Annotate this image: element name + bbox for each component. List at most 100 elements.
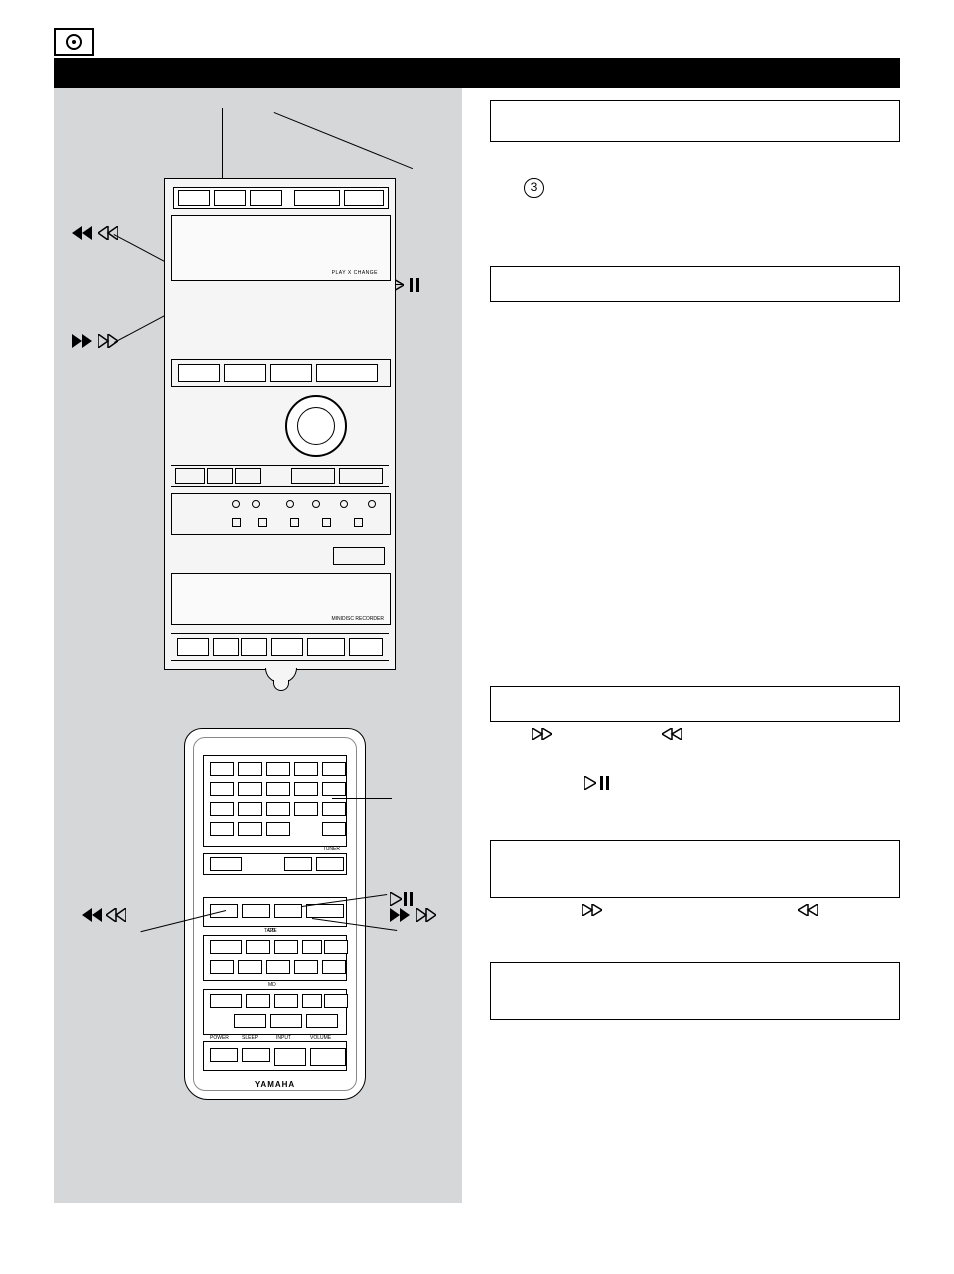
- remote-key-0[interactable]: [322, 782, 346, 796]
- md-transport-row: [171, 633, 389, 661]
- remote-volume[interactable]: [310, 1048, 346, 1066]
- remote-key-3[interactable]: [266, 762, 290, 776]
- remote-key-stop2[interactable]: [266, 822, 290, 836]
- remote-tape-k1[interactable]: [210, 960, 234, 974]
- cd-play-pause-button[interactable]: [316, 364, 378, 382]
- remote-tape-ffw[interactable]: [274, 940, 298, 954]
- heading-box-4: [490, 840, 900, 898]
- remote-key-5[interactable]: [322, 762, 346, 776]
- md-stop-button[interactable]: [271, 638, 303, 656]
- remote-key-plus10[interactable]: [266, 802, 290, 816]
- remote-key-7[interactable]: [238, 782, 262, 796]
- remote-brand: YAMAHA: [185, 1080, 365, 1089]
- remote-md-rec[interactable]: [210, 994, 242, 1008]
- device-illustration-panel: PLAY X CHANGE: [54, 88, 462, 1203]
- search-back-icon: [798, 904, 818, 916]
- search-forward-icon: [582, 904, 602, 916]
- timer-button[interactable]: [235, 468, 261, 484]
- cd-tray: PLAY X CHANGE: [171, 215, 391, 281]
- remote-cd-play-pause[interactable]: [306, 904, 344, 918]
- remote-key-random[interactable]: [210, 802, 234, 816]
- sleep-button[interactable]: [207, 468, 233, 484]
- volume-dial[interactable]: [285, 395, 347, 457]
- remote-key-misc[interactable]: [322, 802, 346, 816]
- remote-tape-stop[interactable]: [302, 940, 322, 954]
- disc-skip-button[interactable]: [294, 190, 340, 206]
- remote-md-rew[interactable]: [246, 994, 270, 1008]
- input-up-button[interactable]: [339, 468, 383, 484]
- cd-transport-row: [171, 359, 391, 387]
- cd-icon: [54, 28, 94, 56]
- tuner-row: [171, 493, 391, 535]
- heading-box-1: [490, 100, 900, 142]
- input-down-button[interactable]: [291, 468, 335, 484]
- remote-md-k1[interactable]: [234, 1014, 266, 1028]
- remote-cd-skip-fwd[interactable]: [242, 904, 270, 918]
- remote-md-k3[interactable]: [306, 1014, 338, 1028]
- remote-md-row: MD: [203, 989, 347, 1035]
- md-skip-back-button[interactable]: [213, 638, 239, 656]
- remote-key-discskip[interactable]: [294, 802, 318, 816]
- play-icon: [584, 776, 596, 790]
- remote-tape-k3[interactable]: [266, 960, 290, 974]
- remote-md-stop[interactable]: [302, 994, 322, 1008]
- disc1-button[interactable]: [178, 190, 210, 206]
- remote-key-2[interactable]: [238, 762, 262, 776]
- remote-key-repeat[interactable]: [210, 822, 234, 836]
- page-title-bar: [54, 58, 900, 88]
- remote-tuner-label: TUNER: [323, 846, 340, 852]
- remote-tape-rew[interactable]: [246, 940, 270, 954]
- play-icon: [390, 892, 402, 906]
- remote-key-4[interactable]: [294, 762, 318, 776]
- leader-line: [222, 108, 223, 178]
- cd-stop-button[interactable]: [270, 364, 312, 382]
- cd-skip-back-button[interactable]: [178, 364, 220, 382]
- remote-tuner-up[interactable]: [316, 857, 344, 871]
- md-pause-button[interactable]: [349, 638, 383, 656]
- remote-key-1[interactable]: [210, 762, 234, 776]
- remote-sleep-label: SLEEP: [242, 1035, 258, 1041]
- skip-back-icon: [72, 226, 92, 240]
- md-play-button[interactable]: [307, 638, 345, 656]
- cd-skip-fwd-button[interactable]: [224, 364, 266, 382]
- md-skip-fwd-button[interactable]: [241, 638, 267, 656]
- open-close-button[interactable]: [344, 190, 384, 206]
- remote-tape-k4[interactable]: [294, 960, 318, 974]
- remote-md-play[interactable]: [324, 994, 348, 1008]
- right-text-column: [490, 88, 900, 1020]
- standby-on-button[interactable]: [333, 547, 385, 565]
- heading-box-2: [490, 266, 900, 302]
- remote-input[interactable]: [274, 1048, 306, 1066]
- disc-select-row: [173, 187, 389, 209]
- remote-key-8[interactable]: [266, 782, 290, 796]
- remote-md-ffw[interactable]: [274, 994, 298, 1008]
- skip-back-icon: [82, 908, 102, 922]
- remote-key-9[interactable]: [294, 782, 318, 796]
- remote-power[interactable]: [210, 1048, 238, 1062]
- pause-icon: [600, 776, 610, 790]
- remote-key-6[interactable]: [210, 782, 234, 796]
- md-tray: MINIDISC RECORDER: [171, 573, 391, 625]
- cd-badge-text: PLAY X CHANGE: [332, 270, 378, 276]
- remote-tuner-key1[interactable]: [210, 857, 242, 871]
- skip-forward-icon: [72, 334, 92, 348]
- remote-key-prog[interactable]: [238, 802, 262, 816]
- remote-tape-k2[interactable]: [238, 960, 262, 974]
- search-forward-icon: [532, 728, 552, 740]
- disc3-button[interactable]: [250, 190, 282, 206]
- remote-bottom-row: POWER SLEEP INPUT VOLUME: [203, 1041, 347, 1071]
- remote-tape-k5[interactable]: [322, 960, 346, 974]
- remote-md-k2[interactable]: [270, 1014, 302, 1028]
- remote-tuner-row: TUNER: [203, 853, 347, 875]
- remote-tape-dir[interactable]: [324, 940, 348, 954]
- disc2-button[interactable]: [214, 190, 246, 206]
- remote-tape-rec[interactable]: [210, 940, 242, 954]
- display-button[interactable]: [175, 468, 205, 484]
- remote-key-atime[interactable]: [238, 822, 262, 836]
- search-back-icon: [662, 728, 682, 740]
- remote-key-mode[interactable]: [322, 822, 346, 836]
- md-rec-button[interactable]: [177, 638, 209, 656]
- remote-sleep[interactable]: [242, 1048, 270, 1062]
- remote-tuner-down[interactable]: [284, 857, 312, 871]
- remote-cd-stop[interactable]: [274, 904, 302, 918]
